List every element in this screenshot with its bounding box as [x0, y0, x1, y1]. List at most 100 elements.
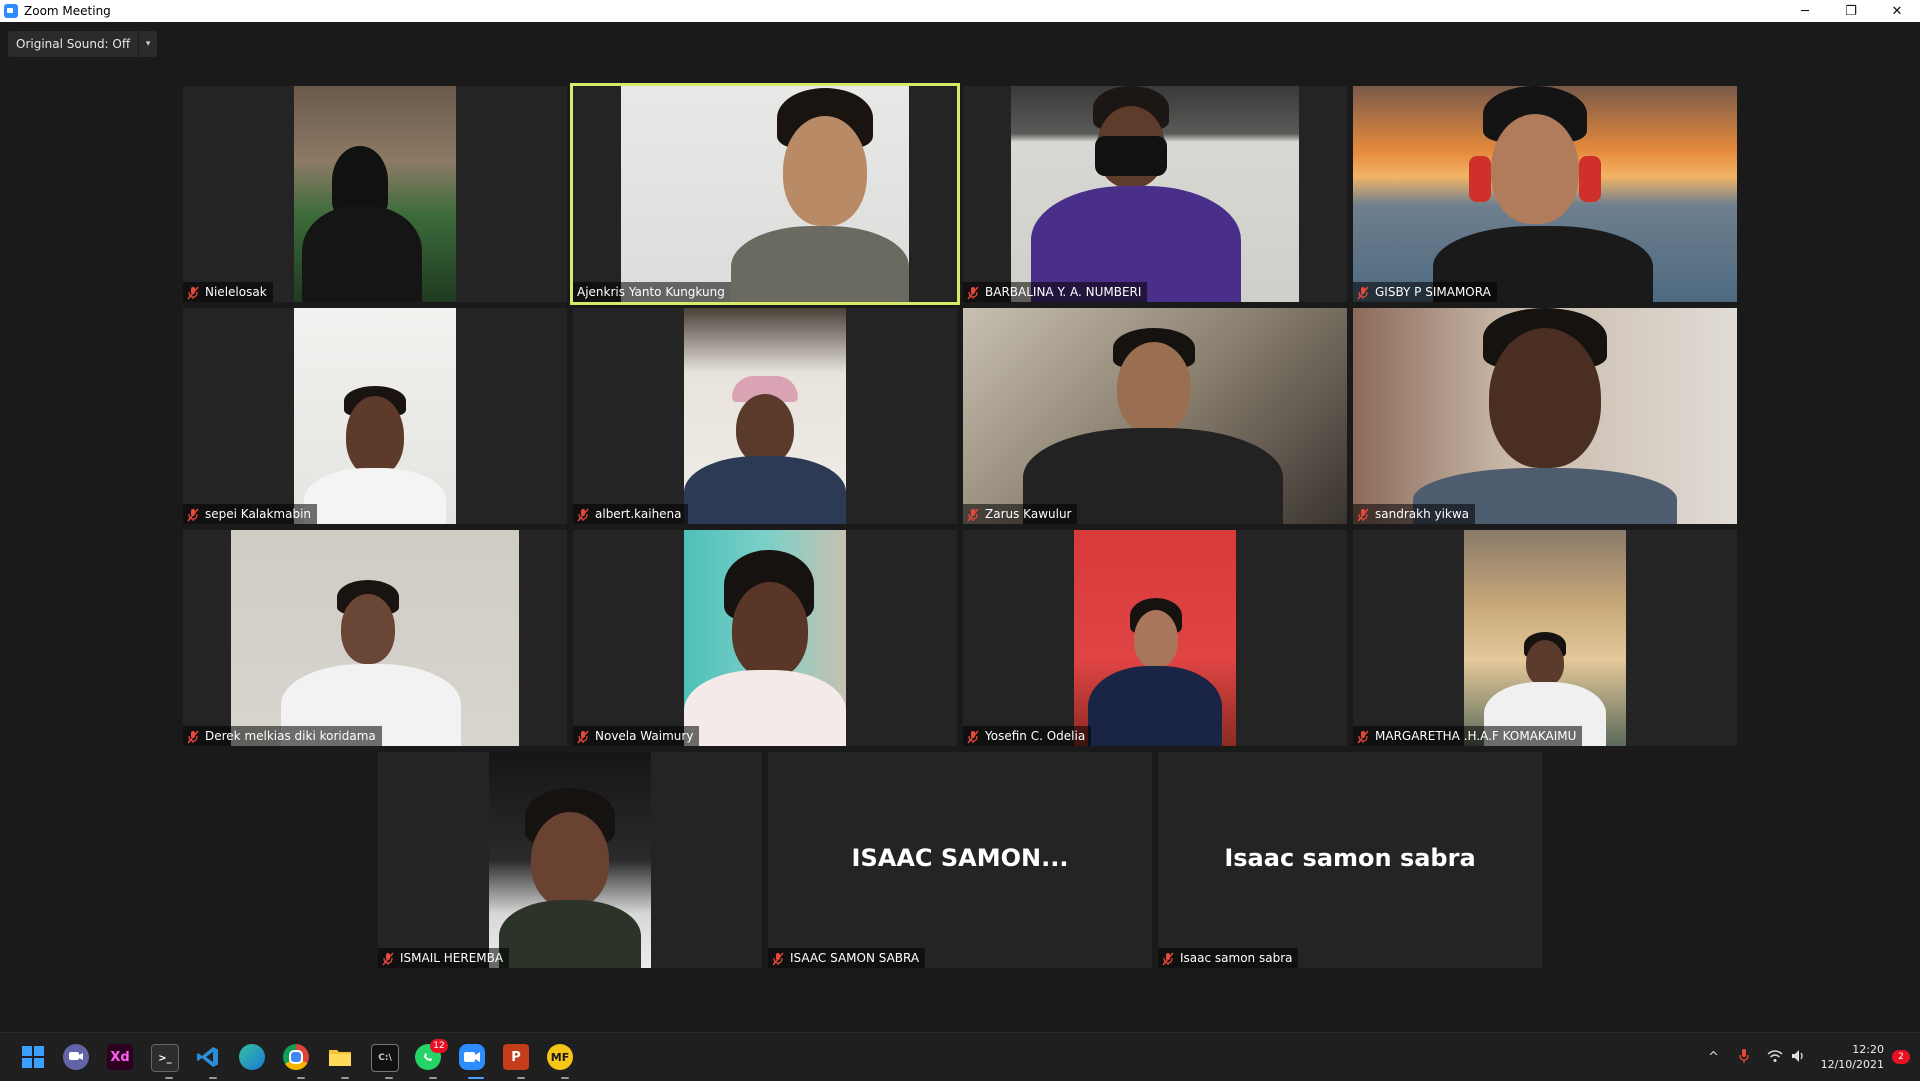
- participant-nametag: Isaac samon sabra: [1158, 948, 1299, 968]
- muted-mic-icon: [1357, 729, 1369, 744]
- volume-icon[interactable]: [1791, 1049, 1807, 1066]
- participant-tile[interactable]: sepei Kalakmabin: [183, 308, 567, 524]
- participant-tile-active-speaker[interactable]: Ajenkris Yanto Kungkung: [570, 83, 960, 305]
- edge-icon[interactable]: [239, 1044, 265, 1070]
- participant-name: Ajenkris Yanto Kungkung: [577, 285, 725, 299]
- participant-name: Isaac samon sabra: [1180, 951, 1293, 965]
- zoom-icon[interactable]: [459, 1044, 485, 1070]
- muted-mic-icon: [967, 507, 979, 522]
- mf-app-icon[interactable]: MF: [547, 1044, 573, 1070]
- participant-face: [1526, 640, 1564, 686]
- muted-mic-icon: [382, 951, 394, 966]
- face-mask: [1095, 136, 1167, 176]
- headphones: [1469, 156, 1491, 202]
- participant-display-name: Isaac samon sabra: [1224, 844, 1476, 872]
- participant-nametag: ISMAIL HEREMBA: [378, 948, 510, 968]
- muted-mic-icon: [1162, 951, 1174, 966]
- participant-video: [1011, 86, 1299, 302]
- participant-tile[interactable]: BARBALINA Y. A. NUMBERI: [963, 86, 1347, 302]
- participant-nametag: sandrakh yikwa: [1353, 504, 1476, 524]
- participant-nametag: sepei Kalakmabin: [183, 504, 318, 524]
- original-sound-control: Original Sound: Off ▾: [8, 31, 158, 57]
- muted-mic-icon: [187, 507, 199, 522]
- participant-tile[interactable]: Nielelosak: [183, 86, 567, 302]
- running-indicator: [209, 1077, 217, 1079]
- running-indicator: [561, 1077, 569, 1079]
- terminal-icon[interactable]: >_: [151, 1044, 179, 1072]
- restore-button[interactable]: ❐: [1828, 0, 1874, 22]
- participant-tile[interactable]: Novela Waimury: [573, 530, 957, 746]
- wifi-icon[interactable]: [1767, 1049, 1783, 1066]
- original-sound-dropdown[interactable]: ▾: [138, 31, 157, 57]
- participant-name: Novela Waimury: [595, 729, 694, 743]
- participant-tile[interactable]: GISBY P SIMAMORA: [1353, 86, 1737, 302]
- clock[interactable]: 12:20 12/10/2021: [1821, 1042, 1884, 1072]
- participant-name: BARBALINA Y. A. NUMBERI: [985, 285, 1142, 299]
- participant-tile[interactable]: Isaac samon sabra Isaac samon sabra: [1158, 752, 1542, 968]
- participant-video: [684, 530, 846, 746]
- muted-mic-icon: [967, 285, 979, 300]
- running-indicator-active: [468, 1077, 484, 1079]
- participant-nametag: Novela Waimury: [573, 726, 700, 746]
- clock-time: 12:20: [1852, 1043, 1884, 1056]
- cmd-icon[interactable]: C:\: [371, 1044, 399, 1072]
- participant-nametag: albert.kaihena: [573, 504, 688, 524]
- participant-tile[interactable]: albert.kaihena: [573, 308, 957, 524]
- participant-name: GISBY P SIMAMORA: [1375, 285, 1491, 299]
- powerpoint-icon[interactable]: P: [503, 1044, 529, 1070]
- participant-name: sepei Kalakmabin: [205, 507, 312, 521]
- participant-nametag: Zarus Kawulur: [963, 504, 1078, 524]
- notification-badge[interactable]: 2: [1892, 1050, 1910, 1064]
- participant-tile[interactable]: ISMAIL HEREMBA: [378, 752, 762, 968]
- windows-start-icon[interactable]: [20, 1044, 46, 1070]
- participant-tile[interactable]: MARGARETHA .H.A.F KOMAKAIMU: [1353, 530, 1737, 746]
- microphone-icon[interactable]: [1739, 1048, 1749, 1067]
- file-explorer-icon[interactable]: [327, 1044, 353, 1070]
- chrome-icon[interactable]: [283, 1044, 309, 1070]
- teams-chat-icon[interactable]: [63, 1044, 89, 1070]
- muted-mic-icon: [187, 729, 199, 744]
- muted-mic-icon: [577, 729, 589, 744]
- original-sound-button[interactable]: Original Sound: Off: [8, 31, 138, 57]
- tray-overflow-chevron[interactable]: ^: [1708, 1050, 1719, 1065]
- participant-video: [231, 530, 519, 746]
- participant-name: Nielelosak: [205, 285, 267, 299]
- participant-display-name: ISAAC SAMON...: [851, 844, 1069, 872]
- participant-tile[interactable]: Yosefin C. Odelia: [963, 530, 1347, 746]
- running-indicator: [165, 1077, 173, 1079]
- participant-name: albert.kaihena: [595, 507, 682, 521]
- participant-video: [621, 86, 909, 302]
- muted-mic-icon: [187, 285, 199, 300]
- participant-body: [684, 456, 846, 524]
- participant-video: [1074, 530, 1236, 746]
- participant-nametag: ISAAC SAMON SABRA: [768, 948, 926, 968]
- minimize-button[interactable]: ─: [1782, 0, 1828, 22]
- running-indicator: [517, 1077, 525, 1079]
- participant-nametag: Nielelosak: [183, 282, 273, 302]
- system-tray: ^: [1700, 1033, 1820, 1081]
- running-indicator: [385, 1077, 393, 1079]
- adobe-xd-icon[interactable]: Xd: [107, 1044, 133, 1070]
- close-button[interactable]: ✕: [1874, 0, 1920, 22]
- participant-body: [302, 206, 422, 302]
- headphones: [1579, 156, 1601, 202]
- participant-face: [736, 394, 794, 464]
- muted-mic-icon: [1357, 507, 1369, 522]
- participant-video: [1353, 308, 1737, 524]
- participant-tile[interactable]: ISAAC SAMON... ISAAC SAMON SABRA: [768, 752, 1152, 968]
- participant-name: ISMAIL HEREMBA: [400, 951, 504, 965]
- participant-tile[interactable]: Zarus Kawulur: [963, 308, 1347, 524]
- participant-nametag: MARGARETHA .H.A.F KOMAKAIMU: [1353, 726, 1583, 746]
- participant-face: [341, 594, 395, 664]
- participant-tile[interactable]: Derek melkias diki koridama: [183, 530, 567, 746]
- participant-tile[interactable]: sandrakh yikwa: [1353, 308, 1737, 524]
- participant-nametag: Derek melkias diki koridama: [183, 726, 382, 746]
- participant-body: [684, 670, 846, 746]
- vscode-icon[interactable]: [195, 1044, 221, 1070]
- participant-face: [1117, 342, 1191, 434]
- taskbar: Xd >_ C:\ 12 P MF ^ 12:20 12/10/2021 2: [0, 1032, 1920, 1081]
- window-title: Zoom Meeting: [24, 4, 111, 18]
- participant-face: [732, 582, 808, 678]
- participant-video: [1353, 86, 1737, 302]
- participant-nametag: BARBALINA Y. A. NUMBERI: [963, 282, 1148, 302]
